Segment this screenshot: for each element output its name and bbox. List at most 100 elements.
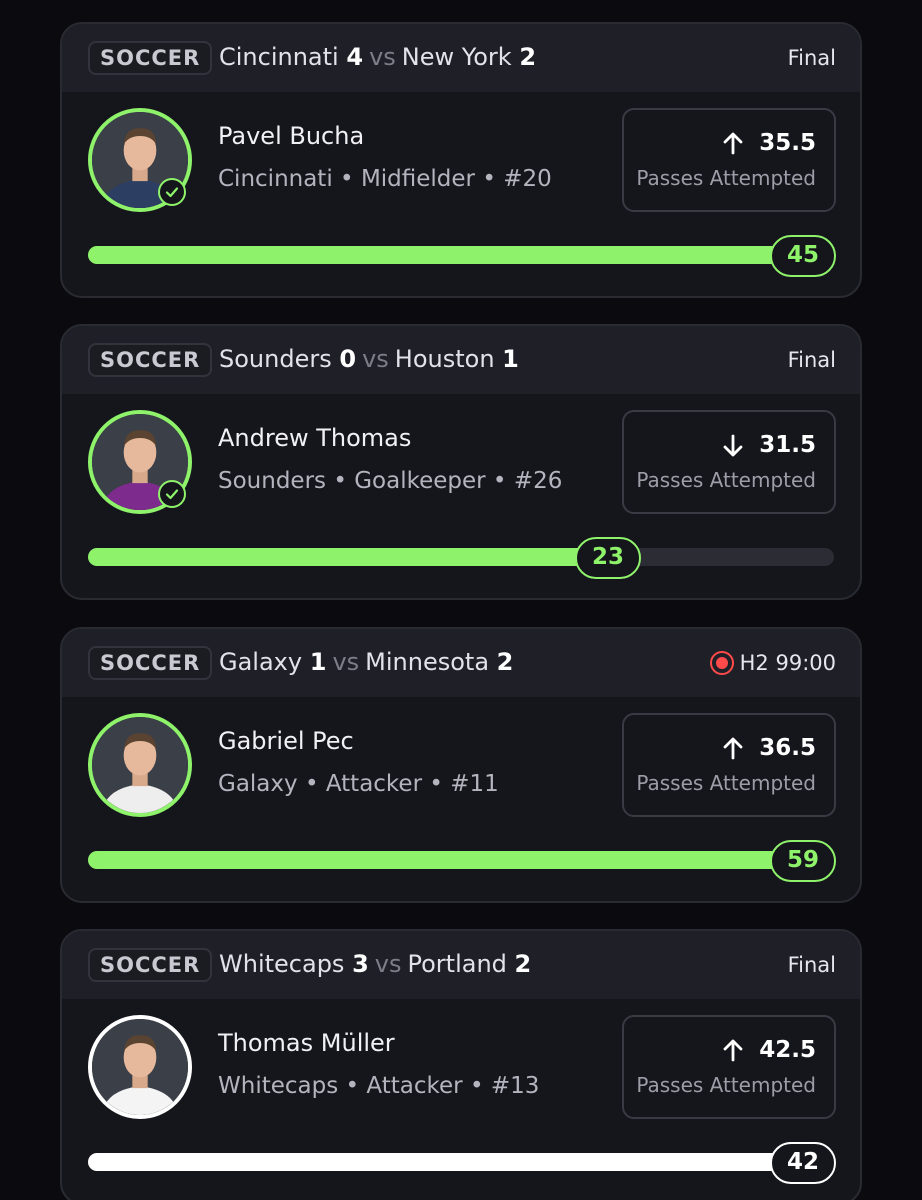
player-photo xyxy=(92,717,188,813)
line-value: 35.5 xyxy=(759,130,816,156)
game-header: SOCCER Cincinnati 4 vs New York 2 Final xyxy=(62,24,860,92)
game-header: SOCCER Galaxy 1 vs Minnesota 2 H2 99:00 xyxy=(62,629,860,697)
player-position: Attacker xyxy=(366,1073,463,1099)
player-number: #20 xyxy=(503,166,552,192)
game-status: Final xyxy=(788,41,836,75)
progress-fill xyxy=(88,851,834,869)
player-name: Pavel Bucha xyxy=(218,122,365,150)
result-value: 59 xyxy=(770,840,836,882)
prop-line-box[interactable]: 36.5 Passes Attempted xyxy=(622,713,836,817)
check-icon xyxy=(158,178,186,206)
sport-badge: SOCCER xyxy=(88,343,213,377)
sport-badge: SOCCER xyxy=(88,646,213,680)
vs-label: vs xyxy=(362,345,389,373)
prop-line: 36.5 xyxy=(721,735,816,761)
separator: • xyxy=(345,1073,360,1099)
sport-badge: SOCCER xyxy=(88,41,213,75)
line-value: 36.5 xyxy=(759,735,816,761)
home-team: Whitecaps xyxy=(219,950,345,978)
game-status: Final xyxy=(788,948,836,982)
away-team: Portland xyxy=(407,950,507,978)
home-score: 0 xyxy=(339,345,357,373)
away-score: 1 xyxy=(502,345,519,373)
player-position: Goalkeeper xyxy=(354,468,486,494)
away-team: Minnesota xyxy=(365,648,490,676)
progress-track xyxy=(88,851,834,869)
separator: • xyxy=(340,166,354,192)
matchup: Galaxy 1 vs Minnesota 2 xyxy=(219,645,513,679)
player-name: Thomas Müller xyxy=(218,1029,395,1057)
separator: • xyxy=(469,1073,484,1099)
game-header: SOCCER Whitecaps 3 vs Portland 2 Final xyxy=(62,931,860,999)
game-header: SOCCER Sounders 0 vs Houston 1 Final xyxy=(62,326,860,394)
matchup: Sounders 0 vs Houston 1 xyxy=(219,342,519,376)
prop-card[interactable]: SOCCER Cincinnati 4 vs New York 2 Final Pavel… xyxy=(60,22,862,298)
away-team: Houston xyxy=(394,345,495,373)
player-number: #13 xyxy=(490,1073,540,1099)
arrow-up-icon xyxy=(723,132,743,154)
stat-label: Passes Attempted xyxy=(636,468,816,492)
stat-label: Passes Attempted xyxy=(636,1073,816,1097)
avatar[interactable] xyxy=(88,1015,192,1119)
player-team: Cincinnati xyxy=(218,166,333,192)
progress-fill xyxy=(88,246,834,264)
player-details: Cincinnati • Midfielder • #20 xyxy=(218,166,552,192)
stat-label: Passes Attempted xyxy=(636,166,816,190)
home-score: 3 xyxy=(352,950,369,978)
stat-label: Passes Attempted xyxy=(636,771,816,795)
player-position: Midfielder xyxy=(360,166,476,192)
game-status-text: H2 99:00 xyxy=(739,651,836,675)
separator: • xyxy=(482,166,496,192)
progress-fill xyxy=(88,548,633,566)
live-indicator-icon xyxy=(709,651,734,675)
player-team: Sounders xyxy=(218,468,327,494)
prop-card[interactable]: SOCCER Sounders 0 vs Houston 1 Final Andrew T… xyxy=(60,324,862,600)
separator: • xyxy=(304,771,319,797)
player-number: #26 xyxy=(513,468,563,494)
home-team: Galaxy xyxy=(219,648,303,676)
separator: • xyxy=(492,468,507,494)
prop-card[interactable]: SOCCER Whitecaps 3 vs Portland 2 Final Thomas… xyxy=(60,929,862,1200)
game-status-text: Final xyxy=(787,348,836,372)
home-team: Cincinnati xyxy=(219,43,339,71)
prop-line-box[interactable]: 35.5 Passes Attempted xyxy=(622,108,836,212)
player-number: #11 xyxy=(450,771,499,797)
player-name: Gabriel Pec xyxy=(218,727,354,755)
prop-card[interactable]: SOCCER Galaxy 1 vs Minnesota 2 H2 99:00 Gabri… xyxy=(60,627,862,903)
separator: • xyxy=(429,771,443,797)
line-value: 31.5 xyxy=(759,432,816,458)
progress-track xyxy=(88,548,834,566)
avatar[interactable] xyxy=(88,713,192,817)
sport-badge: SOCCER xyxy=(88,948,213,982)
player-name: Andrew Thomas xyxy=(218,424,412,452)
player-details: Whitecaps • Attacker • #13 xyxy=(218,1073,539,1099)
home-team: Sounders xyxy=(219,345,332,373)
progress-fill xyxy=(88,1153,834,1171)
result-value: 45 xyxy=(770,235,836,277)
prop-line: 35.5 xyxy=(721,130,816,156)
check-icon xyxy=(158,480,186,508)
home-score: 1 xyxy=(309,648,327,676)
result-value: 23 xyxy=(575,537,641,579)
arrow-down-icon xyxy=(723,434,743,456)
player-details: Galaxy • Attacker • #11 xyxy=(218,771,499,797)
player-photo xyxy=(92,1019,188,1115)
player-position: Attacker xyxy=(325,771,423,797)
prop-line-box[interactable]: 42.5 Passes Attempted xyxy=(622,1015,836,1119)
line-value: 42.5 xyxy=(759,1037,816,1063)
arrow-up-icon xyxy=(723,1039,743,1061)
vs-label: vs xyxy=(332,648,360,676)
prop-line-box[interactable]: 31.5 Passes Attempted xyxy=(622,410,836,514)
player-team: Galaxy xyxy=(218,771,298,797)
away-score: 2 xyxy=(514,950,532,978)
matchup: Whitecaps 3 vs Portland 2 xyxy=(219,947,531,981)
player-details: Sounders • Goalkeeper • #26 xyxy=(218,468,562,494)
game-status: Final xyxy=(788,343,836,377)
away-team: New York xyxy=(401,43,512,71)
prop-line: 42.5 xyxy=(721,1037,816,1063)
vs-label: vs xyxy=(369,43,396,71)
player-team: Whitecaps xyxy=(218,1073,339,1099)
progress-track xyxy=(88,246,834,264)
prop-line: 31.5 xyxy=(721,432,816,458)
result-value: 42 xyxy=(770,1142,836,1184)
